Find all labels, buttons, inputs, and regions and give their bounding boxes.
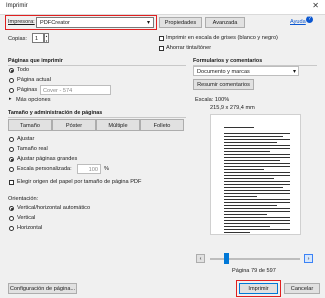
preview-text-block: [224, 133, 290, 235]
page-preview: [210, 114, 301, 235]
prev-page-button[interactable]: ‹: [196, 254, 205, 263]
advanced-button[interactable]: Avanzada: [205, 17, 245, 28]
orientation-title: Orientación:: [8, 196, 39, 202]
shrink-label: Ajustar páginas grandes: [17, 156, 78, 162]
tab-booklet[interactable]: Folleto: [140, 119, 184, 131]
page-indicator: Página 79 de 597: [232, 268, 276, 274]
size-divider: [8, 117, 186, 118]
tab-multiple[interactable]: Múltiple: [96, 119, 140, 131]
title-bar: Imprimir ✕: [0, 0, 325, 15]
tab-size[interactable]: Tamaño: [8, 119, 52, 131]
shrink-radio[interactable]: [9, 157, 14, 162]
copies-stepper[interactable]: ▴ ▾: [44, 33, 49, 43]
next-page-button[interactable]: ›: [304, 254, 313, 263]
custom-scale-field[interactable]: 100: [77, 164, 101, 174]
printer-label: Impresora:: [8, 19, 35, 25]
orientation-portrait-label: Vertical: [17, 215, 36, 221]
fit-label: Ajustar: [17, 136, 35, 142]
custom-scale-value: 100: [88, 167, 98, 173]
pages-current-label: Página actual: [17, 77, 51, 83]
copies-value: 1: [35, 36, 39, 42]
pages-section-title: Páginas que imprimir: [8, 58, 63, 64]
save-ink-checkbox[interactable]: [159, 46, 164, 51]
paper-source-checkbox[interactable]: [9, 180, 14, 185]
printer-value: PDFCreator: [40, 20, 70, 26]
size-section-title: Tamaño y administración de páginas: [8, 110, 103, 116]
pages-all-label: Todo: [17, 67, 30, 73]
close-icon[interactable]: ✕: [312, 1, 319, 10]
comments-select-value: Documento y marcas: [197, 69, 250, 75]
paper-source-label: Elegir origen del papel por tamaño de pá…: [17, 179, 142, 185]
custom-scale-radio[interactable]: [9, 167, 14, 172]
caret-right-icon[interactable]: ▸: [9, 96, 12, 102]
help-icon[interactable]: ?: [306, 16, 313, 23]
actual-size-radio[interactable]: [9, 147, 14, 152]
orientation-portrait-radio[interactable]: [9, 216, 14, 221]
copies-label: Copias:: [8, 36, 27, 42]
page-slider-thumb[interactable]: [224, 253, 229, 264]
pages-range-field[interactable]: Cover - 574: [40, 85, 111, 95]
pages-current-radio[interactable]: [9, 78, 14, 83]
print-button[interactable]: Imprimir: [239, 283, 278, 294]
preview-header: [224, 127, 254, 128]
window-title: Imprimir: [6, 3, 28, 9]
summarize-comments-button[interactable]: Resumir comentarios: [193, 79, 254, 90]
pages-range-radio[interactable]: [9, 88, 14, 93]
preview-scale: Escala: 100%: [195, 97, 230, 103]
comments-section-title: Formularios y comentarios: [193, 58, 263, 64]
save-ink-label: Ahorrar tinta/tóner: [166, 45, 212, 51]
custom-scale-label: Escala personalizada:: [17, 166, 72, 172]
orientation-auto-label: Vertical/horizontal automático: [17, 205, 91, 211]
tab-poster[interactable]: Póster: [52, 119, 96, 131]
fit-radio[interactable]: [9, 137, 14, 142]
pages-divider: [8, 65, 186, 66]
actual-size-label: Tamaño real: [17, 146, 48, 152]
cancel-button[interactable]: Cancelar: [284, 283, 320, 294]
properties-button[interactable]: Propiedades: [159, 17, 202, 28]
grayscale-checkbox[interactable]: [159, 36, 164, 41]
pages-all-radio[interactable]: [9, 68, 14, 73]
page-setup-button[interactable]: Configuración de página...: [8, 283, 77, 294]
comments-select[interactable]: Documento y marcas ▾: [193, 66, 299, 76]
copies-field[interactable]: 1: [32, 33, 44, 43]
pages-range-placeholder: Cover - 574: [43, 88, 73, 94]
grayscale-label: Imprimir en escala de grises (blanco y n…: [166, 35, 278, 41]
more-options-link[interactable]: Más opciones: [16, 97, 51, 103]
printer-select[interactable]: PDFCreator ▾: [36, 17, 154, 28]
percent-sign: %: [104, 166, 109, 172]
orientation-auto-radio[interactable]: [9, 206, 14, 211]
preview-dimensions: 215,9 x 279,4 mm: [210, 105, 255, 111]
chevron-down-icon: ▾: [146, 20, 150, 26]
orientation-landscape-radio[interactable]: [9, 226, 14, 231]
pages-range-label: Páginas: [17, 87, 38, 93]
orientation-landscape-label: Horizontal: [17, 225, 43, 231]
help-link[interactable]: Ayuda: [290, 19, 306, 25]
chevron-down-icon: ▾: [292, 69, 296, 75]
